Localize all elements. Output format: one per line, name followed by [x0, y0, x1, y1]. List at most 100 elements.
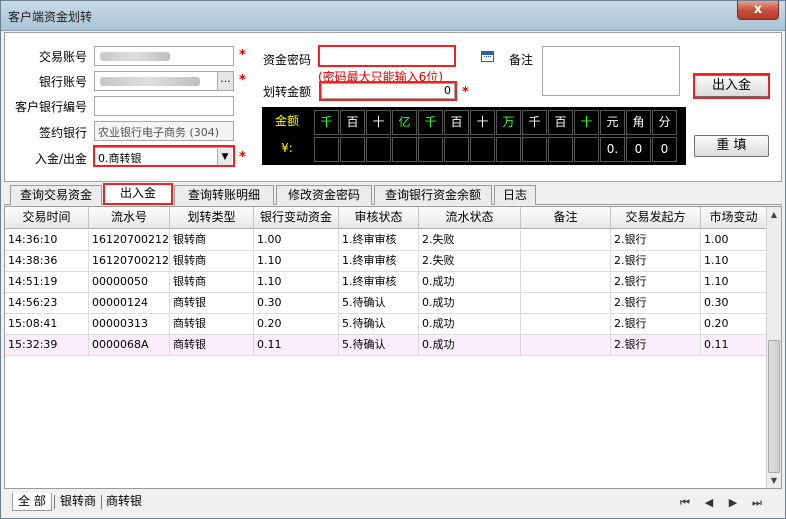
memo-textarea[interactable]: [542, 46, 680, 96]
column-header[interactable]: 交易发起方: [611, 207, 701, 229]
column-header[interactable]: 审核状态: [339, 207, 419, 229]
table-cell: 1612070021287: [89, 230, 170, 251]
table-row[interactable]: 15:32:39 0000068A 商转银 0.11 5.待确认 0.成功 2.银行 0.11: [5, 335, 767, 356]
first-page-icon[interactable]: ⏮: [676, 494, 694, 512]
table-cell: 0.成功: [419, 293, 521, 314]
table-cell: 1.10: [701, 251, 767, 272]
browse-button[interactable]: ...: [217, 72, 233, 90]
bottom-tab-bank-to-firm[interactable]: 银转商: [56, 493, 100, 511]
table-cell: 1.终审审核: [339, 251, 419, 272]
client-bank-id-field[interactable]: [94, 96, 234, 116]
tab-query-trade-funds[interactable]: 查询交易资金: [10, 185, 102, 205]
column-header[interactable]: 交易时间: [5, 207, 89, 229]
table-row[interactable]: 15:08:41 00000313 商转银 0.20 5.待确认 0.成功 2.银行 0.20: [5, 314, 767, 335]
column-header[interactable]: 划转类型: [170, 207, 254, 229]
table-row[interactable]: 14:51:19 00000050 银转商 1.10 1.终审审核 0.成功 2.银行 1.1…: [5, 272, 767, 293]
window-title: 客户端资金划转: [8, 10, 93, 24]
reset-button[interactable]: 重 填: [694, 135, 769, 157]
calendar-icon[interactable]: [481, 51, 494, 62]
tab-bank-balance[interactable]: 查询银行资金余额: [374, 185, 492, 205]
next-page-icon[interactable]: ▶: [724, 494, 742, 512]
table-cell: 0.成功: [419, 335, 521, 356]
amount-digit: [314, 137, 339, 162]
transfer-form: 交易账号 * 银行账号 ... * 客户银行编号 签约银行 农业银行电子商务 (…: [4, 32, 782, 182]
tab-transfer-details[interactable]: 查询转账明细: [174, 185, 274, 205]
amount-unit: 百: [444, 110, 469, 135]
table-cell: 00000050: [89, 272, 170, 293]
client-bank-id-label: 客户银行编号: [14, 100, 87, 114]
table-cell: 14:38:36: [5, 251, 89, 272]
column-header[interactable]: 市场变动: [701, 207, 767, 229]
amount-unit: 百: [340, 110, 365, 135]
table-cell: 5.待确认: [339, 314, 419, 335]
scroll-thumb[interactable]: [768, 340, 780, 473]
column-header[interactable]: 流水状态: [419, 207, 521, 229]
column-header[interactable]: 流水号: [89, 207, 170, 229]
table-cell: 1612070021296: [89, 251, 170, 272]
table-header: 交易时间 流水号 划转类型 银行变动资金 审核状态 流水状态 备注 交易发起方 市场变动: [5, 207, 767, 229]
required-mark: *: [239, 150, 246, 165]
table-cell: 0000068A: [89, 335, 170, 356]
amount-digit: 0: [652, 137, 677, 162]
amount-digit: [470, 137, 495, 162]
required-mark: *: [462, 85, 469, 100]
amount-unit: 万: [496, 110, 521, 135]
table-cell: 2.银行: [611, 272, 701, 293]
table-cell: 商转银: [170, 293, 254, 314]
table-cell: 商转银: [170, 314, 254, 335]
table-cell: 银转商: [170, 230, 254, 251]
table-row[interactable]: 14:36:101612070021287银转商1.001.终审审核2.失败2.…: [5, 230, 767, 251]
column-header[interactable]: 备注: [521, 207, 611, 229]
column-header[interactable]: 银行变动资金: [254, 207, 339, 229]
required-mark: *: [239, 73, 246, 88]
table-cell: 0.11: [254, 335, 339, 356]
table-row[interactable]: 14:56:23 00000124 商转银 0.30 5.待确认 0.成功 2.银行 0.30: [5, 293, 767, 314]
amount-unit: 元: [600, 110, 625, 135]
trade-account-field[interactable]: [94, 46, 234, 66]
bottom-tab-firm-to-bank[interactable]: 商转银: [103, 493, 145, 511]
prev-page-icon[interactable]: ◀: [700, 494, 718, 512]
table-cell: [521, 293, 611, 314]
amount-digit: [496, 137, 521, 162]
table-cell: 2.失败: [419, 230, 521, 251]
highlight-transfer-button: [693, 73, 770, 99]
trade-account-label: 交易账号: [38, 50, 87, 64]
table-cell: 2.银行: [611, 230, 701, 251]
table-cell: 0.30: [254, 293, 339, 314]
title-bar: 客户端资金划转 x: [1, 1, 785, 31]
table-cell: 0.11: [701, 335, 767, 356]
table-cell: [521, 314, 611, 335]
table-cell: 2.银行: [611, 251, 701, 272]
contract-bank-label: 签约银行: [38, 126, 87, 140]
tab-log[interactable]: 日志: [494, 185, 536, 205]
masked-value: [100, 52, 170, 61]
transfer-amount-label: 划转金额: [262, 85, 311, 99]
last-page-icon[interactable]: ⏭: [748, 494, 766, 512]
scroll-up-icon[interactable]: ▲: [767, 207, 781, 222]
bank-account-field[interactable]: ...: [94, 71, 234, 91]
table-cell: 0.30: [701, 293, 767, 314]
bottom-tab-all[interactable]: 全 部: [12, 493, 52, 511]
highlight-password: [318, 45, 456, 67]
table-cell: 2.银行: [611, 293, 701, 314]
vertical-scrollbar[interactable]: ▲ ▼: [766, 207, 781, 488]
table-cell: 15:32:39: [5, 335, 89, 356]
table-cell: 商转银: [170, 335, 254, 356]
scroll-down-icon[interactable]: ▼: [767, 473, 781, 488]
tab-change-password[interactable]: 修改资金密码: [276, 185, 372, 205]
table-cell: [521, 251, 611, 272]
direction-label: 入金/出金: [34, 152, 87, 166]
amount-digit: [340, 137, 365, 162]
amount-unit: 百: [548, 110, 573, 135]
table-cell: [521, 230, 611, 251]
divider: [54, 495, 55, 509]
close-button[interactable]: x: [737, 1, 779, 20]
table-row[interactable]: 14:38:361612070021296银转商1.101.终审审核2.失败2.…: [5, 251, 767, 272]
table-cell: 银转商: [170, 272, 254, 293]
table-cell: 00000313: [89, 314, 170, 335]
amount-unit: 亿: [392, 110, 417, 135]
table-cell: 1.终审审核: [339, 272, 419, 293]
amount-digit: 0.: [600, 137, 625, 162]
amount-unit: 分: [652, 110, 677, 135]
bottom-bar: 全 部 银转商 商转银 ⏮ ◀ ▶ ⏭: [4, 491, 782, 515]
